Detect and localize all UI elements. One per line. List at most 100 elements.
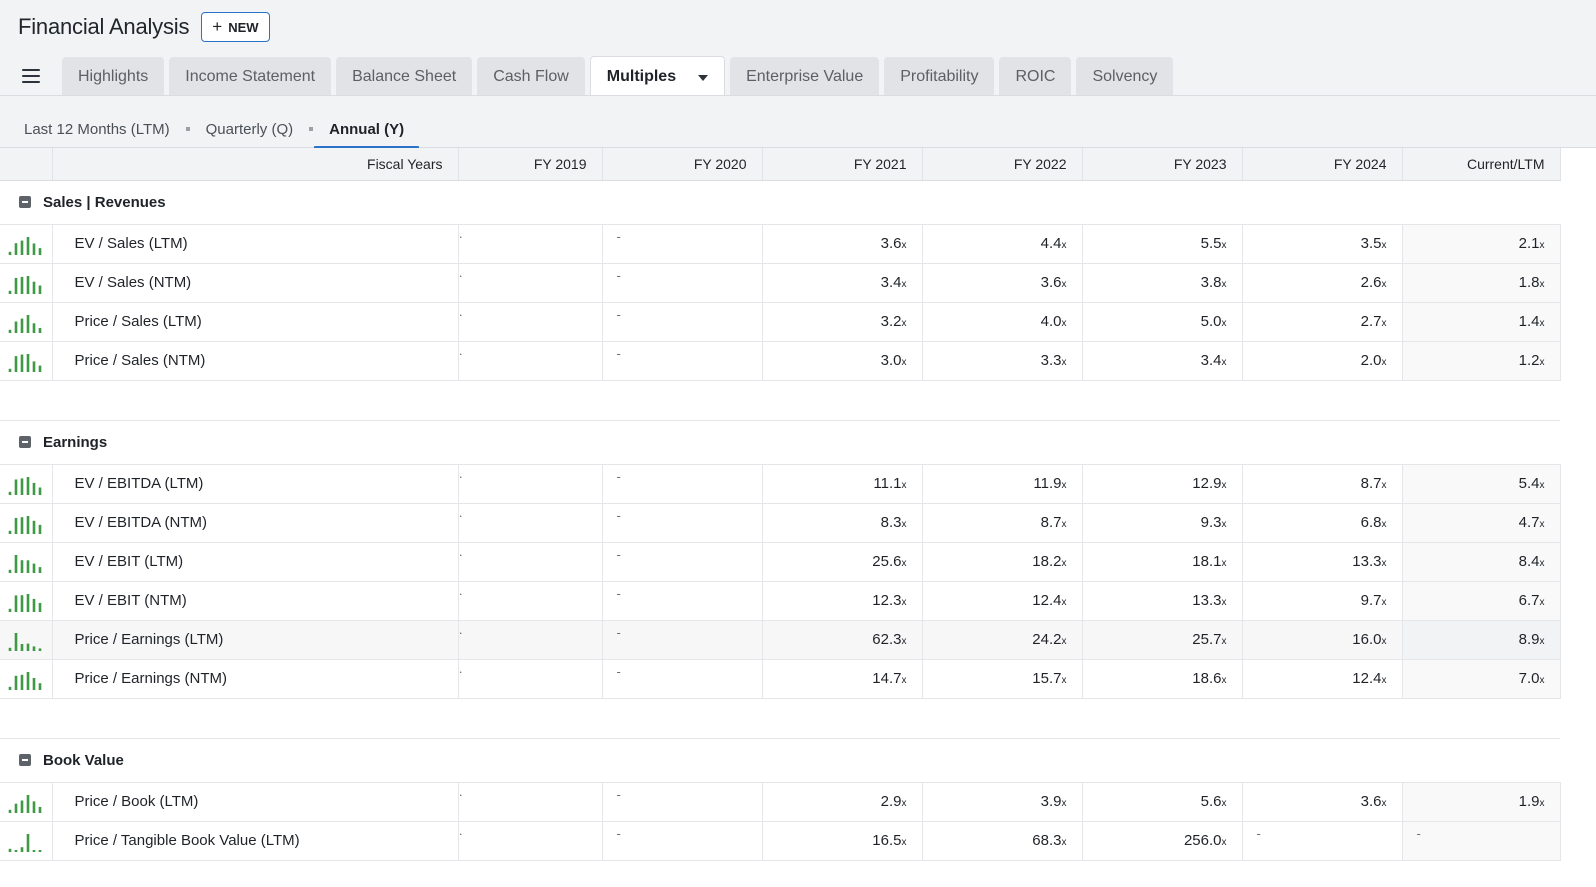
sparkline-cell[interactable]: [0, 620, 53, 660]
sparkline-bar: [26, 593, 30, 612]
sparkline-bar: [14, 632, 18, 651]
tab-enterprise-value[interactable]: Enterprise Value: [730, 57, 880, 96]
tab-roic[interactable]: ROIC: [999, 57, 1072, 96]
cell-fy-2024: 13.3x: [1242, 542, 1403, 582]
chevron-down-icon[interactable]: [698, 75, 709, 81]
sparkline-bar: [8, 329, 12, 333]
bar-chart-icon[interactable]: [7, 629, 43, 651]
tab-multiples[interactable]: Multiples: [589, 56, 726, 96]
sparkline-bar: [26, 515, 30, 534]
unit-suffix: x: [1061, 675, 1067, 686]
sparkline-cell[interactable]: [0, 659, 53, 699]
bar-chart-icon[interactable]: [7, 512, 43, 534]
new-button[interactable]: + NEW: [201, 12, 270, 42]
sparkline-cell[interactable]: [0, 224, 53, 264]
empty-marker: ·: [458, 624, 463, 640]
bar-chart-icon[interactable]: [7, 791, 43, 813]
table-row[interactable]: Price / Sales (LTM) · -3.2x 4.0x 5.0x 2.7x 1.4…: [0, 302, 1561, 342]
cell-value: 8.4: [1518, 553, 1540, 570]
cell-value: 4.4: [1040, 235, 1062, 252]
cell-fy-2023: 18.6x: [1082, 659, 1243, 699]
table-row[interactable]: EV / Sales (LTM) · -3.6x 4.4x 5.5x 3.5x 2.1x: [0, 224, 1561, 264]
sparkline-bar: [32, 322, 36, 333]
table-row[interactable]: EV / EBITDA (LTM) · -11.1x 11.9x 12.9x 8.7x 5.…: [0, 464, 1561, 504]
cell-value: 2.6: [1360, 274, 1382, 291]
table-row[interactable]: EV / EBIT (LTM) · -25.6x 18.2x 18.1x 13.3x 8.4…: [0, 542, 1561, 582]
sparkline-cell[interactable]: [0, 782, 53, 822]
bar-chart-icon[interactable]: [7, 311, 43, 333]
unit-suffix: x: [1539, 798, 1545, 809]
tab-label: Highlights: [78, 67, 149, 85]
sparkline-bar: [20, 594, 24, 612]
empty-marker: ·: [458, 267, 463, 283]
bar-chart-icon[interactable]: [7, 830, 43, 852]
empty-marker: -: [616, 546, 621, 562]
sparkline-cell[interactable]: [0, 503, 53, 543]
sparkline-cell[interactable]: [0, 821, 53, 861]
sparkline-bar: [26, 476, 30, 495]
sparkline-bar: [26, 559, 30, 573]
cell-value: 1.8: [1518, 274, 1540, 291]
tab-income-statement[interactable]: Income Statement: [169, 57, 332, 96]
empty-marker: ·: [458, 306, 463, 322]
collapse-minus-icon[interactable]: [19, 754, 31, 766]
period-quarterly-q[interactable]: Quarterly (Q): [206, 115, 294, 143]
bar-chart-icon[interactable]: [7, 350, 43, 372]
table-row[interactable]: Price / Earnings (LTM) · -62.3x 24.2x 25.7x 1…: [0, 620, 1561, 660]
table-row[interactable]: Price / Earnings (NTM) · -14.7x 15.7x 18.6x 1…: [0, 659, 1561, 699]
hamburger-menu-icon[interactable]: [22, 69, 40, 83]
cell-value: 18.1: [1192, 553, 1222, 570]
cell-fy-2021: 12.3x: [762, 581, 923, 621]
table-row[interactable]: Price / Book (LTM) · -2.9x 3.9x 5.6x 3.6x 1.9x: [0, 782, 1561, 822]
tab-label: Multiples: [606, 67, 677, 85]
sparkline-bar: [8, 290, 12, 294]
cell-fy-2019: ·: [458, 581, 603, 621]
row-label: Price / Sales (NTM): [52, 341, 459, 381]
period-annual-y[interactable]: Annual (Y): [314, 115, 420, 149]
tab-highlights[interactable]: Highlights: [62, 57, 165, 96]
sparkline-cell[interactable]: [0, 581, 53, 621]
collapse-minus-icon[interactable]: [19, 196, 31, 208]
period-last-12-months-ltm[interactable]: Last 12 Months (LTM): [24, 115, 170, 143]
sparkline-bar: [38, 602, 42, 612]
unit-suffix: x: [901, 519, 907, 530]
bar-chart-icon[interactable]: [7, 668, 43, 690]
cell-fy-2020: -: [602, 341, 763, 381]
table-row[interactable]: EV / EBIT (NTM) · -12.3x 12.4x 13.3x 9.7x 6.7x: [0, 581, 1561, 621]
empty-marker: -: [616, 228, 621, 244]
sparkline-cell[interactable]: [0, 263, 53, 303]
tab-solvency[interactable]: Solvency: [1076, 57, 1174, 96]
table-row[interactable]: EV / Sales (NTM) · -3.4x 3.6x 3.8x 2.6x 1.8x: [0, 263, 1561, 303]
sparkline-cell[interactable]: [0, 464, 53, 504]
collapse-minus-icon[interactable]: [19, 436, 31, 448]
sparkline-bar: [26, 833, 30, 852]
bar-chart-icon[interactable]: [7, 551, 43, 573]
sparkline-bar: [8, 848, 12, 852]
unit-suffix: x: [1221, 318, 1227, 329]
bar-chart-icon[interactable]: [7, 233, 43, 255]
empty-marker: -: [616, 306, 621, 322]
sparkline-cell[interactable]: [0, 542, 53, 582]
bar-chart-icon[interactable]: [7, 272, 43, 294]
section-row-sales-revenues: Sales | Revenues: [0, 180, 1560, 225]
table-row[interactable]: Price / Sales (NTM) · -3.0x 3.3x 3.4x 2.0x 1.2…: [0, 341, 1561, 381]
cell-fy-2020: -: [602, 659, 763, 699]
row-label: EV / EBITDA (LTM): [52, 464, 459, 504]
bar-chart-icon[interactable]: [7, 473, 43, 495]
table-row[interactable]: EV / EBITDA (NTM) · -8.3x 8.7x 9.3x 6.8x 4.7x: [0, 503, 1561, 543]
sparkline-cell[interactable]: [0, 341, 53, 381]
table-row[interactable]: Price / Tangible Book Value (LTM) · -16.5x…: [0, 821, 1561, 861]
tab-profitability[interactable]: Profitability: [884, 57, 995, 96]
sparkline-bar: [20, 846, 24, 852]
cell-value: 68.3: [1032, 832, 1062, 849]
tab-cash-flow[interactable]: Cash Flow: [477, 57, 585, 96]
title-row: Financial Analysis + NEW: [18, 12, 270, 42]
cell-fy-2020: -: [602, 224, 763, 264]
bar-chart-icon[interactable]: [7, 590, 43, 612]
unit-suffix: x: [1539, 636, 1545, 647]
tab-label: Solvency: [1092, 67, 1158, 85]
tab-balance-sheet[interactable]: Balance Sheet: [336, 57, 473, 96]
sparkline-bar: [14, 479, 18, 495]
sparkline-cell[interactable]: [0, 302, 53, 342]
section-title: Book Value: [43, 751, 124, 769]
